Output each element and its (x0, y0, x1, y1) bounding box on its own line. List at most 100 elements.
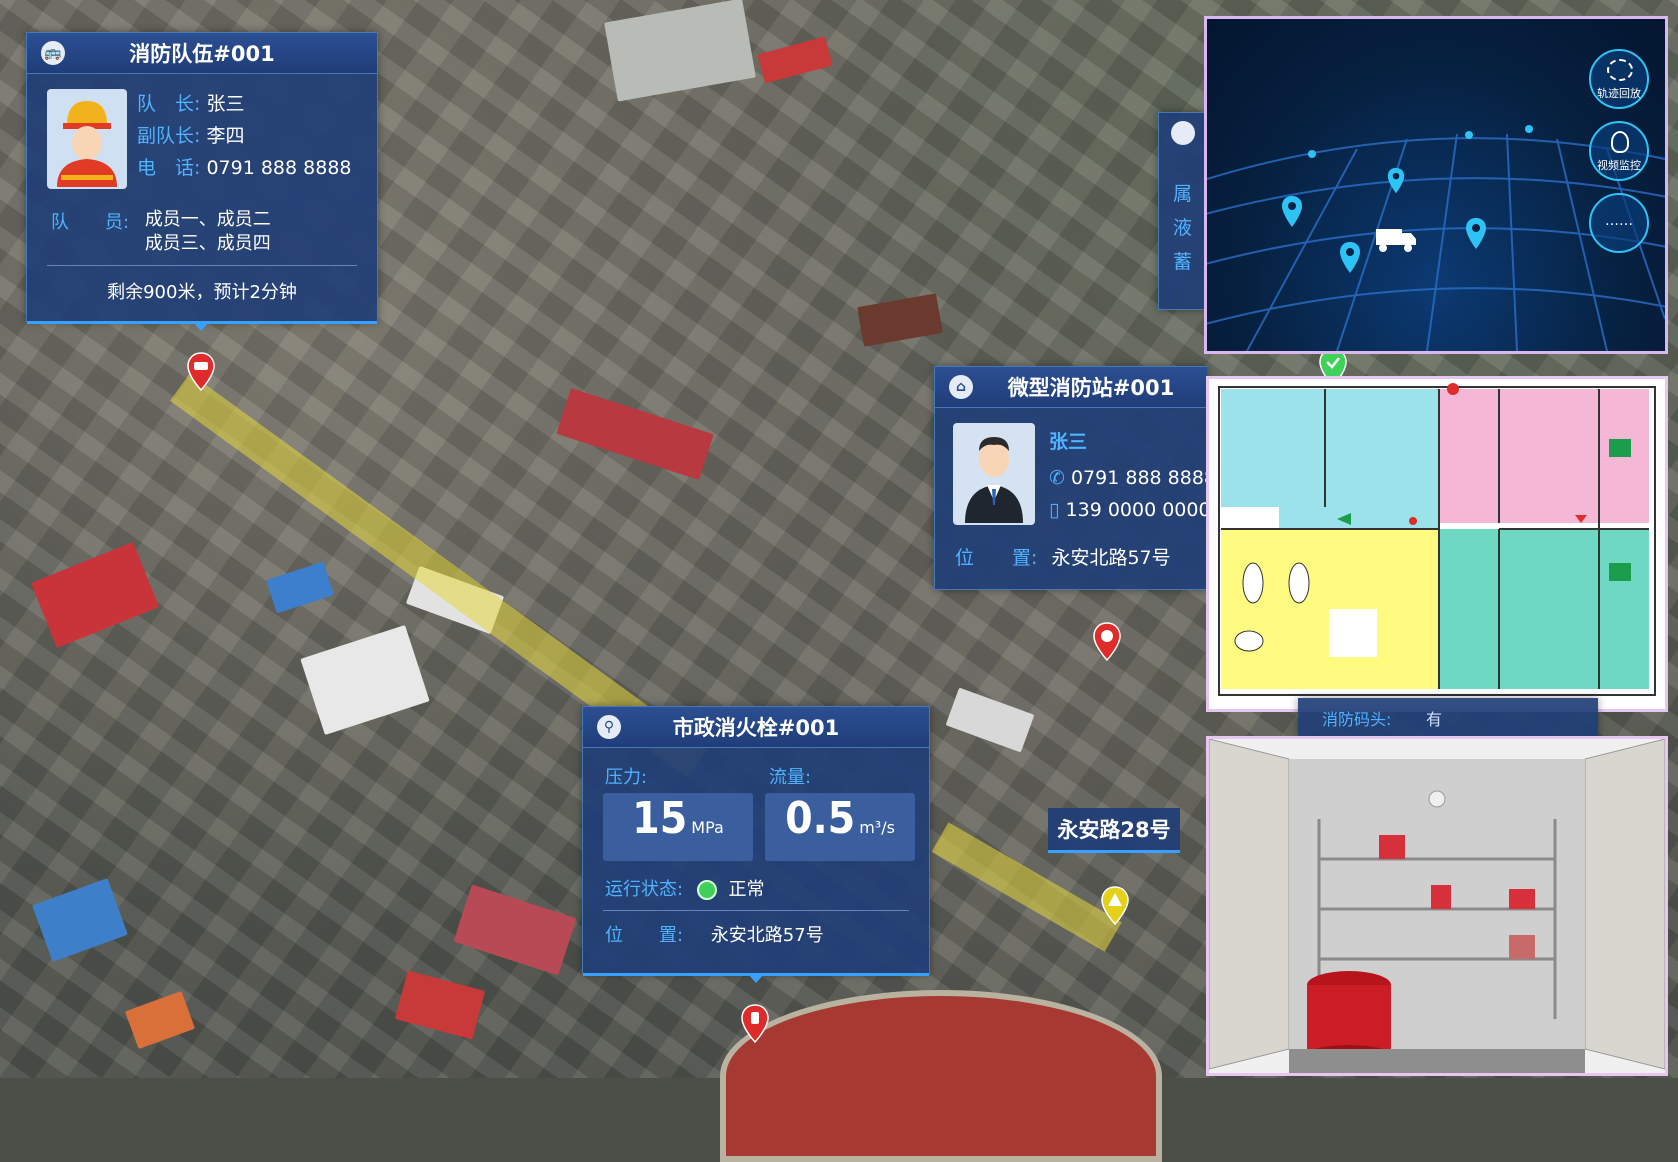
phone-label: 电 话: (137, 157, 201, 179)
contact-avatar (953, 423, 1035, 525)
phone-number: 0791 888 8888 (206, 157, 352, 179)
bus-icon: 🚌 (41, 41, 65, 65)
location-icon (1171, 121, 1195, 145)
members-label: 队 员: (51, 212, 130, 233)
location-pin-icon (1282, 196, 1302, 227)
building-roof (394, 970, 486, 1040)
floor-plan-drawing (1218, 383, 1656, 696)
more-icon: …… (1605, 213, 1633, 229)
address-label[interactable]: 永安路28号 (1048, 808, 1180, 853)
panel-pointer (192, 321, 210, 331)
phone-row: ✆ 0791 888 8888 (1049, 467, 1216, 489)
pressure-label: 压力: (605, 767, 648, 788)
fire-truck-map-pin[interactable] (186, 352, 216, 392)
pressure-value: 15 (632, 793, 688, 844)
person-icon (965, 437, 1023, 523)
status-value: 正常 (728, 879, 765, 900)
panel-char: 蓄 (1173, 251, 1193, 273)
flow-value-box: 0.5 m³/s (765, 793, 915, 861)
panel-char: 液 (1173, 217, 1193, 239)
building-roof (124, 990, 196, 1050)
building-roof (945, 687, 1035, 753)
building-roof (857, 293, 943, 347)
strip-value: 有 (1426, 710, 1443, 729)
divider (47, 265, 357, 266)
fire-station-map-pin[interactable] (1092, 622, 1122, 662)
contact-name: 张三 (1049, 431, 1088, 453)
building-roof (556, 387, 714, 481)
panel-char: 属 (1173, 183, 1193, 205)
phone-number: 0791 888 8888 (1070, 467, 1217, 489)
hydrant-icon: ⚲ (597, 715, 621, 739)
members-line: 成员三、成员四 (144, 233, 271, 254)
location-pin-icon (1387, 167, 1405, 194)
station-icon: ⌂ (949, 375, 973, 399)
flow-label: 流量: (769, 767, 812, 788)
fire-truck-icon (1376, 229, 1416, 252)
status-dot-icon (696, 880, 717, 900)
members-line: 成员一、成员二 (144, 209, 271, 230)
route-replay-icon (1607, 59, 1633, 81)
micro-fire-station-panel[interactable]: ⌂ 微型消防站#001 张三 ✆ 0791 888 8888 ▯ 139 000… (934, 366, 1216, 590)
location-pin-icon (1466, 218, 1486, 249)
panel-pointer (747, 973, 765, 983)
hydrant-map-pin[interactable] (740, 1004, 770, 1044)
firefighter-icon (57, 101, 117, 187)
location-value: 永安北路57号 (1051, 547, 1171, 569)
floor-plan[interactable] (1206, 376, 1668, 712)
vehicle-tracking-view[interactable]: 轨迹回放 视频监控 …… (1204, 16, 1668, 354)
vice-captain-name: 李四 (206, 125, 245, 147)
status-label: 运行状态: (605, 879, 684, 900)
mobile-row: ▯ 139 0000 0000 (1049, 499, 1211, 521)
vice-captain-row: 副队长: 李四 (137, 121, 244, 148)
cabinet-illustration (1209, 739, 1665, 1073)
location-label: 位 置: (605, 925, 684, 946)
partially-hidden-panel[interactable]: 属 液 蓄 (1158, 112, 1208, 310)
partially-hidden-info-strip: 消防码头: 有 (1298, 698, 1598, 736)
building-roof (266, 561, 334, 614)
panel-header: ⚲ 市政消火栓#001 (583, 707, 929, 748)
panel-header: ⌂ 微型消防站#001 (935, 367, 1207, 408)
location-row: 位 置: 永安北路57号 (605, 921, 824, 947)
members-row: 队 员: 成员一、成员二 成员三、成员四 (51, 208, 271, 256)
building-roof (757, 36, 833, 84)
building-roof (32, 878, 128, 962)
panel-title: 市政消火栓#001 (672, 716, 840, 740)
mobile-number: 139 0000 0000 (1065, 499, 1211, 521)
flow-unit: m³/s (859, 818, 895, 837)
location-label: 位 置: (955, 547, 1038, 569)
building-roof (30, 541, 160, 649)
divider (603, 910, 909, 911)
municipal-hydrant-panel[interactable]: ⚲ 市政消火栓#001 压力: 流量: 15 MPa 0.5 m³/s 运行状态… (582, 706, 930, 983)
button-label: 视频监控 (1597, 159, 1641, 172)
status-row: 运行状态: 正常 (605, 875, 765, 901)
captain-label: 队 长: (137, 93, 201, 115)
fire-cabinet-photo[interactable] (1206, 736, 1668, 1076)
panel-title: 消防队伍#001 (129, 42, 275, 66)
panel-title: 微型消防站#001 (1007, 376, 1175, 400)
firefighter-avatar (47, 89, 127, 189)
fire-team-panel[interactable]: 🚌 消防队伍#001 队 长: 张三 副队长: 李四 电 话: 0791 888… (26, 32, 378, 331)
video-monitor-button[interactable]: 视频监控 (1589, 121, 1649, 181)
warning-map-pin[interactable] (1100, 886, 1130, 926)
location-value: 永安北路57号 (710, 925, 824, 946)
captain-name: 张三 (206, 93, 245, 115)
building-roof (604, 0, 756, 102)
button-label: 轨迹回放 (1597, 87, 1641, 100)
phone-icon: ✆ (1049, 467, 1065, 489)
strip-label: 消防码头: (1322, 710, 1392, 729)
flow-value: 0.5 (785, 793, 856, 844)
location-row: 位 置: 永安北路57号 (955, 543, 1171, 570)
building-roof (300, 624, 430, 736)
mobile-icon: ▯ (1049, 499, 1060, 521)
location-pin-icon (1340, 242, 1360, 273)
pressure-unit: MPa (691, 818, 724, 837)
more-button[interactable]: …… (1589, 193, 1649, 253)
eta-text: 剩余900米，预计2分钟 (107, 282, 297, 303)
pressure-value-box: 15 MPa (603, 793, 753, 861)
building-roof (453, 884, 577, 976)
phone-row: 电 话: 0791 888 8888 (137, 153, 352, 180)
captain-row: 队 长: 张三 (137, 89, 244, 116)
route-replay-button[interactable]: 轨迹回放 (1589, 49, 1649, 109)
running-track (720, 990, 1162, 1162)
